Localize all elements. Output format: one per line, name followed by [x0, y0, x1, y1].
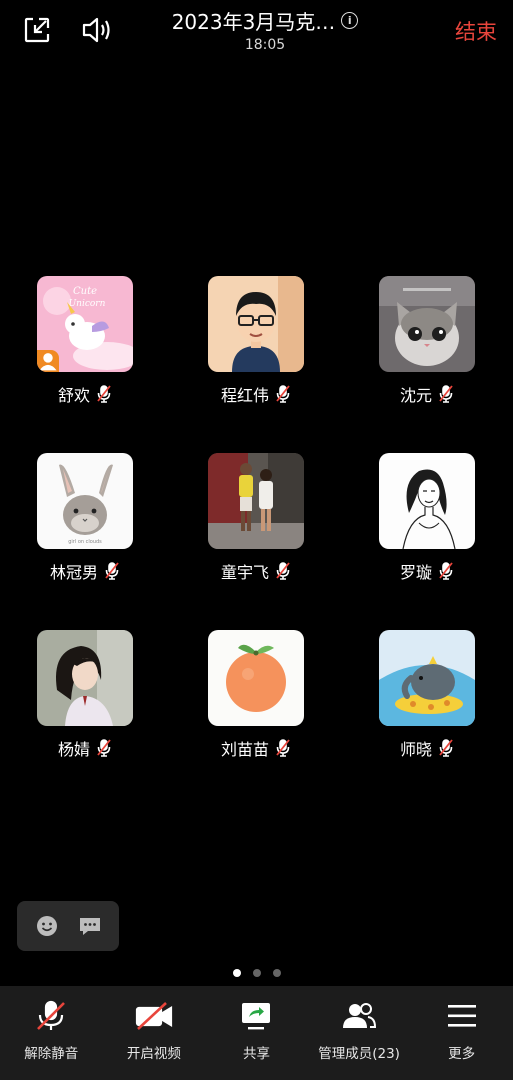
more-button[interactable]: 更多 [410, 986, 513, 1080]
avatar: girl on clouds [37, 453, 133, 549]
bottom-toolbar: 解除静音 开启视频 共享 管理成员(23) 更多 [0, 986, 513, 1080]
page-indicator [0, 969, 513, 977]
avatar [208, 453, 304, 549]
svg-text:Cute: Cute [73, 286, 97, 297]
participant-name: 林冠男 [49, 563, 98, 582]
svg-text:Unicorn: Unicorn [69, 299, 106, 309]
page-dot[interactable] [272, 969, 281, 977]
mic-muted-icon [276, 385, 290, 403]
mic-muted-icon [276, 739, 290, 757]
participant-name: 刘苗苗 [220, 740, 269, 759]
manage-members-label: 管理成员(23) [318, 1046, 400, 1062]
page-dot-active[interactable] [232, 969, 241, 977]
participant-tile[interactable]: 沈元 [362, 276, 492, 406]
participant-name: 童宇飞 [220, 563, 269, 582]
participant-tile[interactable]: girl on clouds 林冠男 [20, 453, 150, 583]
mic-muted-icon [439, 562, 453, 580]
participant-tile[interactable]: 罗璇 [362, 453, 492, 583]
mic-muted-icon [439, 385, 453, 403]
mic-muted-icon [439, 739, 453, 757]
avatar [379, 630, 475, 726]
participant-tile[interactable]: 师晓 [362, 630, 492, 760]
participant-tile[interactable]: 童宇飞 [191, 453, 321, 583]
speaker-icon[interactable] [80, 13, 114, 47]
unmute-button[interactable]: 解除静音 [0, 986, 103, 1080]
mic-muted-icon [97, 739, 111, 757]
share-label: 共享 [242, 1046, 270, 1062]
participant-tile[interactable]: Cute Unicorn 舒欢 [20, 276, 150, 406]
avatar [37, 630, 133, 726]
reaction-bar [17, 901, 119, 951]
participant-tile[interactable]: 程红伟 [191, 276, 321, 406]
participant-name: 罗璇 [399, 563, 432, 582]
participant-name: 杨婧 [57, 740, 90, 759]
unmute-label: 解除静音 [24, 1046, 79, 1062]
meeting-title[interactable]: 2023年3月马克… [172, 6, 336, 35]
emoji-icon[interactable] [34, 913, 60, 939]
start-video-button[interactable]: 开启视频 [103, 986, 206, 1080]
participant-name: 师晓 [399, 740, 432, 759]
manage-members-button[interactable]: 管理成员(23) [308, 986, 411, 1080]
mic-muted-icon [97, 385, 111, 403]
page-dot[interactable] [252, 969, 261, 977]
participant-name: 程红伟 [220, 386, 269, 405]
mic-muted-icon [276, 562, 290, 580]
participant-tile[interactable]: 刘苗苗 [191, 630, 321, 760]
menu-icon [441, 998, 483, 1034]
info-icon[interactable]: i [341, 12, 359, 29]
mic-muted-icon [105, 562, 119, 580]
svg-text:girl on clouds: girl on clouds [68, 539, 102, 545]
meeting-time: 18:05 [244, 37, 286, 53]
share-button[interactable]: 共享 [205, 986, 308, 1080]
start-video-label: 开启视频 [126, 1046, 181, 1062]
avatar [208, 630, 304, 726]
avatar [208, 276, 304, 372]
camera-off-icon [133, 998, 175, 1034]
participant-name: 舒欢 [57, 386, 90, 405]
top-bar: 2023年3月马克… i 18:05 结束 [0, 0, 513, 60]
avatar [379, 276, 475, 372]
minimize-window-icon[interactable] [20, 13, 54, 47]
members-icon [338, 998, 380, 1034]
participant-tile[interactable]: 杨婧 [20, 630, 150, 760]
share-screen-icon [235, 998, 277, 1034]
end-meeting-button[interactable]: 结束 [455, 16, 497, 46]
participant-name: 沈元 [399, 386, 432, 405]
avatar [379, 453, 475, 549]
avatar: Cute Unicorn [37, 276, 133, 372]
chat-bubble-icon[interactable] [77, 913, 103, 939]
mic-off-icon [30, 998, 72, 1034]
host-icon [37, 350, 59, 372]
meeting-title-area[interactable]: 2023年3月马克… i 18:05 [150, 6, 380, 53]
more-label: 更多 [448, 1046, 476, 1062]
